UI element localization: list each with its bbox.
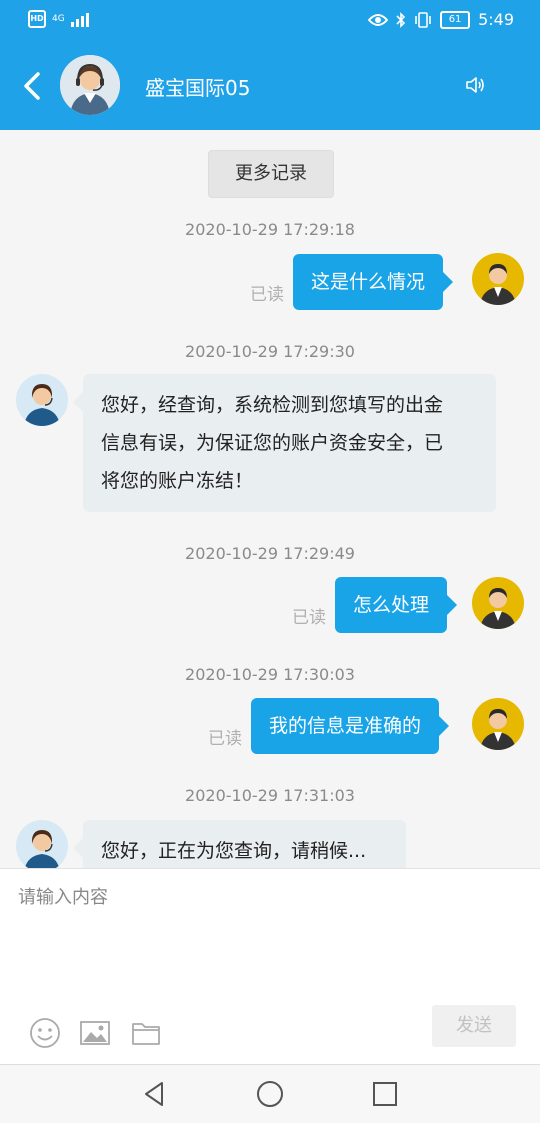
network-label: 4G [52, 14, 65, 24]
status-time: 5:49 [478, 10, 514, 29]
message-bubble-incoming[interactable]: 您好，正在为您查询，请稍候... [73, 820, 406, 868]
message-input[interactable] [16, 881, 520, 913]
message-line: 将您的账户冻结！ [101, 470, 254, 492]
status-bar: HD 4G 61 5:49 [0, 0, 540, 40]
message-bubble-outgoing[interactable]: 这是什么情况 [293, 254, 454, 310]
message-bubble-outgoing[interactable]: 我的信息是准确的 [251, 698, 450, 754]
signal-icon [70, 11, 89, 27]
message-composer: 发送 [0, 868, 540, 1065]
read-status: 已读 [208, 729, 242, 749]
home-circle-icon[interactable] [255, 1079, 285, 1109]
hd-icon: HD [28, 10, 46, 28]
agent-avatar [60, 55, 120, 115]
more-records-button[interactable]: 更多记录 [208, 150, 334, 198]
user-avatar [472, 577, 524, 629]
read-status: 已读 [292, 608, 326, 628]
back-arrow-icon[interactable] [18, 66, 50, 106]
message-timestamp: 2020-10-29 17:29:49 [185, 544, 355, 563]
vibrate-icon [415, 11, 431, 28]
agent-avatar [16, 374, 68, 426]
message-line: 您好，经查询，系统检测到您填写的出金 [101, 394, 444, 416]
message-timestamp: 2020-10-29 17:29:18 [185, 220, 355, 239]
eye-icon [368, 13, 389, 26]
message-timestamp: 2020-10-29 17:29:30 [185, 342, 355, 361]
message-line: 信息有误，为保证您的账户资金安全，已 [101, 432, 444, 454]
message-bubble-incoming[interactable]: 您好，经查询，系统检测到您填写的出金 信息有误，为保证您的账户资金安全，已 将您… [73, 374, 496, 512]
user-avatar [472, 698, 524, 750]
folder-icon[interactable] [130, 1017, 162, 1049]
agent-avatar [16, 820, 68, 868]
image-icon[interactable] [79, 1017, 111, 1049]
send-button[interactable]: 发送 [432, 1005, 516, 1047]
emoji-icon[interactable] [29, 1017, 61, 1049]
recents-square-icon[interactable] [370, 1079, 400, 1109]
chat-header: 盛宝国际05 [0, 40, 540, 130]
bluetooth-icon [396, 11, 406, 28]
message-line: 您好，正在为您查询，请稍候... [101, 840, 367, 862]
chat-title: 盛宝国际05 [145, 76, 251, 100]
user-avatar [472, 253, 524, 305]
back-triangle-icon[interactable] [140, 1079, 170, 1109]
battery-icon: 61 [440, 10, 471, 29]
message-timestamp: 2020-10-29 17:30:03 [185, 665, 355, 684]
speaker-icon[interactable] [464, 74, 486, 96]
chat-area[interactable]: 更多记录 2020-10-29 17:29:18 已读 这是什么情况 2020-… [0, 130, 540, 868]
message-timestamp: 2020-10-29 17:31:03 [185, 786, 355, 805]
system-nav-bar [0, 1064, 540, 1123]
read-status: 已读 [250, 285, 284, 305]
message-bubble-outgoing[interactable]: 怎么处理 [335, 577, 458, 633]
